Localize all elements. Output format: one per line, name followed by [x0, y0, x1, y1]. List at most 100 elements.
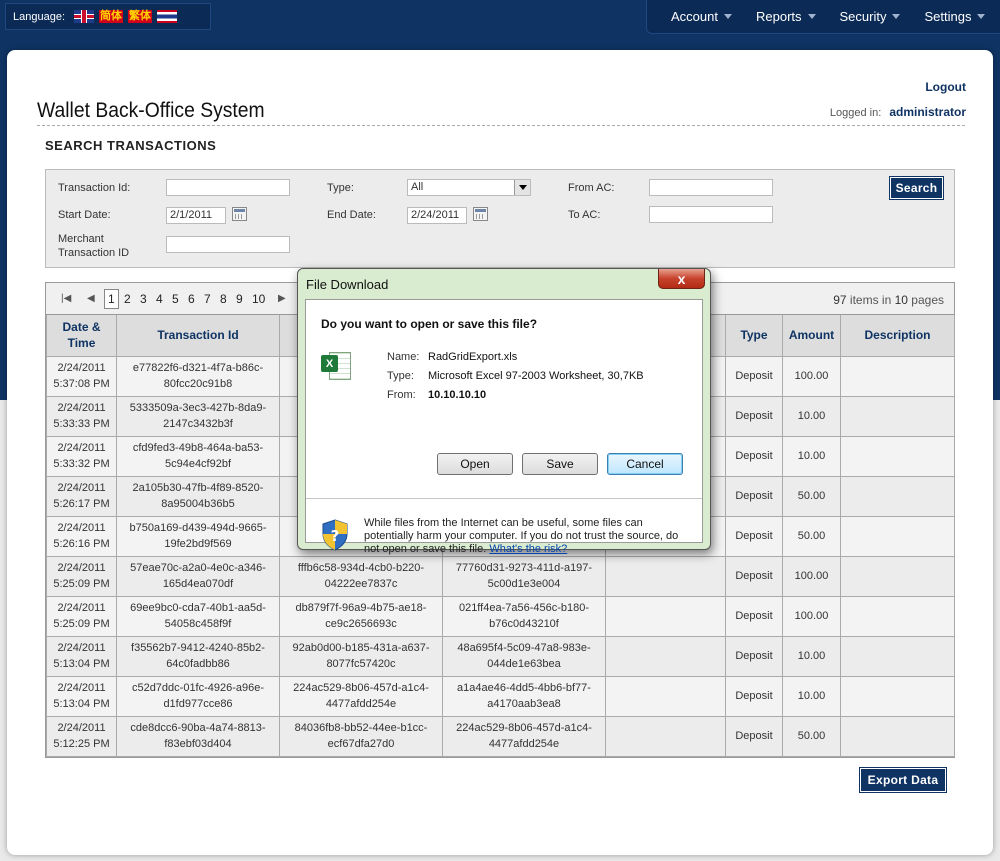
- amount-cell: 50.00: [782, 475, 841, 517]
- type-cell: Deposit: [725, 595, 783, 637]
- date-cell-line: 5:13:04 PM: [53, 698, 110, 710]
- merchant-transaction-id-input[interactable]: [166, 236, 290, 253]
- start-date-label: Start Date:: [58, 209, 111, 221]
- export-data-button[interactable]: Export Data: [859, 767, 947, 793]
- transaction-id-cell: cfd9fed3-49b8-464a-ba53- 5c94e4cf92bf: [116, 435, 280, 477]
- transaction-id-cell: 57eae70c-a2a0-4e0c-a346- 165d4ea070df: [116, 555, 280, 597]
- transaction-id-cell-line: c52d7ddc-01fc-4926-a96e-: [131, 682, 265, 694]
- column-header-date[interactable]: Date & Time: [46, 315, 117, 357]
- calendar-icon[interactable]: [232, 207, 247, 221]
- account-cell-line: 92ab0d00-b185-431a-a637-: [292, 642, 430, 654]
- type-cell-line: Deposit: [735, 410, 773, 422]
- transaction-id-cell: 5333509a-3ec3-427b-8da9- 2147c3432b3f: [116, 395, 280, 437]
- uk-flag-icon[interactable]: [74, 10, 94, 23]
- top-menu: Account Reports Security Settings: [646, 0, 1000, 34]
- page-link-1[interactable]: 1: [104, 289, 119, 309]
- chevron-down-icon: [977, 14, 986, 19]
- account-cell: 021ff4ea-7a56-456c-b180- b76c0d43210f: [442, 595, 606, 637]
- language-bar: Language: 简体 繁体: [5, 3, 211, 30]
- amount-cell: 100.00: [782, 555, 841, 597]
- account-cell-line: 84036fb8-bb52-44ee-b1cc-: [294, 722, 428, 734]
- to-ac-input[interactable]: [649, 206, 773, 223]
- transaction-id-cell-line: e77822f6-d321-4f7a-b86c-: [132, 362, 264, 374]
- merchant-label-line2: Transaction ID: [58, 247, 130, 259]
- excel-file-icon: X: [321, 350, 352, 382]
- page-link-4[interactable]: 4: [156, 292, 163, 306]
- page-link-3[interactable]: 3: [140, 292, 147, 306]
- dialog-warning: While files from the Internet can be use…: [364, 517, 694, 556]
- type-label: Type:: [327, 182, 354, 194]
- cancel-button[interactable]: Cancel: [607, 453, 683, 475]
- save-button[interactable]: Save: [522, 453, 598, 475]
- column-header-type[interactable]: Type: [725, 315, 783, 357]
- th-flag-icon[interactable]: [157, 10, 177, 23]
- transaction-id-label: Transaction Id:: [58, 182, 131, 194]
- page-link-5[interactable]: 5: [172, 292, 179, 306]
- page-link-6[interactable]: 6: [188, 292, 195, 306]
- next-page-icon[interactable]: ▶: [278, 293, 286, 304]
- account-cell-line: a1a4ae46-4dd5-4bb6-bf77-: [457, 682, 591, 694]
- whats-the-risk-link[interactable]: What's the risk?: [489, 543, 567, 555]
- page-link-10[interactable]: 10: [252, 292, 265, 306]
- type-cell-line: Deposit: [735, 690, 773, 702]
- from-ac-input[interactable]: [649, 179, 773, 196]
- table-row[interactable]: 2/24/2011 5:13:04 PM c52d7ddc-01fc-4926-a9…: [46, 675, 955, 717]
- open-button[interactable]: Open: [437, 453, 513, 475]
- date-cell: 2/24/2011 5:25:09 PM: [46, 595, 117, 637]
- to-ac-label: To AC:: [568, 209, 601, 221]
- amount-cell: 50.00: [782, 515, 841, 557]
- column-header-amount[interactable]: Amount: [782, 315, 841, 357]
- close-icon[interactable]: x: [658, 269, 705, 289]
- table-row[interactable]: 2/24/2011 5:25:09 PM 69ee9bc0-cda7-40b1-aa…: [46, 595, 955, 637]
- table-row[interactable]: 2/24/2011 5:12:25 PM cde8dcc6-90ba-4a74-88…: [46, 715, 955, 757]
- file-from-label: From:: [387, 389, 416, 401]
- transaction-id-input[interactable]: [166, 179, 290, 196]
- prev-page-icon[interactable]: ◀: [87, 293, 95, 304]
- type-cell-line: Deposit: [735, 570, 773, 582]
- page-link-8[interactable]: 8: [220, 292, 227, 306]
- table-row[interactable]: 2/24/2011 5:25:09 PM 57eae70c-a2a0-4e0c-a3…: [46, 555, 955, 597]
- transaction-id-cell-line: 165d4ea070df: [162, 578, 234, 590]
- cell: [605, 715, 726, 757]
- amount-cell: 10.00: [782, 675, 841, 717]
- amount-cell-line: 10.00: [797, 410, 826, 422]
- file-name-value: RadGridExport.xls: [428, 351, 518, 363]
- menu-reports[interactable]: Reports: [756, 9, 816, 24]
- page-link-7[interactable]: 7: [204, 292, 211, 306]
- column-header-transaction-id[interactable]: Transaction Id: [116, 315, 280, 357]
- start-date-input[interactable]: 2/1/2011: [166, 207, 226, 224]
- account-cell-line: ecf67dfa27d0: [327, 738, 395, 750]
- first-page-icon[interactable]: |◀: [61, 293, 71, 304]
- cell: [605, 675, 726, 717]
- menu-settings[interactable]: Settings: [924, 9, 986, 24]
- transaction-id-cell: c52d7ddc-01fc-4926-a96e-d1fd977cce86: [116, 675, 280, 717]
- end-date-input[interactable]: 2/24/2011: [407, 207, 467, 224]
- cn-flag-icon[interactable]: 简体: [99, 10, 123, 23]
- date-cell-line: 5:33:32 PM: [53, 458, 110, 470]
- type-cell-line: Deposit: [735, 370, 773, 382]
- dialog-title: File Download: [306, 277, 389, 292]
- tw-flag-icon[interactable]: 繁体: [128, 10, 152, 23]
- menu-security[interactable]: Security: [840, 9, 901, 24]
- date-cell: 2/24/2011 5:33:32 PM: [46, 435, 117, 477]
- table-row[interactable]: 2/24/2011 5:13:04 PM f35562b7-9412-4240-85…: [46, 635, 955, 677]
- security-shield-icon: ?: [322, 519, 348, 551]
- calendar-icon[interactable]: [473, 207, 488, 221]
- date-cell-line: 2/24/2011: [57, 602, 106, 614]
- page-link-2[interactable]: 2: [124, 292, 131, 306]
- page-link-9[interactable]: 9: [236, 292, 243, 306]
- cell: [605, 635, 726, 677]
- type-cell: Deposit: [725, 355, 783, 397]
- account-cell: 48a695f4-5c09-47a8-983e- 044de1e63bea: [442, 635, 606, 677]
- menu-account[interactable]: Account: [671, 9, 732, 24]
- pager-info: 97 items in 10 pages: [833, 293, 944, 307]
- type-select[interactable]: All: [407, 179, 531, 196]
- search-button[interactable]: Search: [889, 176, 944, 200]
- file-type-value: Microsoft Excel 97-2003 Worksheet, 30,7K…: [428, 370, 644, 382]
- chevron-down-icon[interactable]: [514, 180, 530, 195]
- date-cell-line: 5:25:09 PM: [53, 578, 110, 590]
- column-header-description[interactable]: Description: [840, 315, 955, 357]
- amount-cell: 50.00: [782, 715, 841, 757]
- logout-link[interactable]: Logout: [925, 80, 966, 94]
- date-cell: 2/24/2011 5:33:33 PM: [46, 395, 117, 437]
